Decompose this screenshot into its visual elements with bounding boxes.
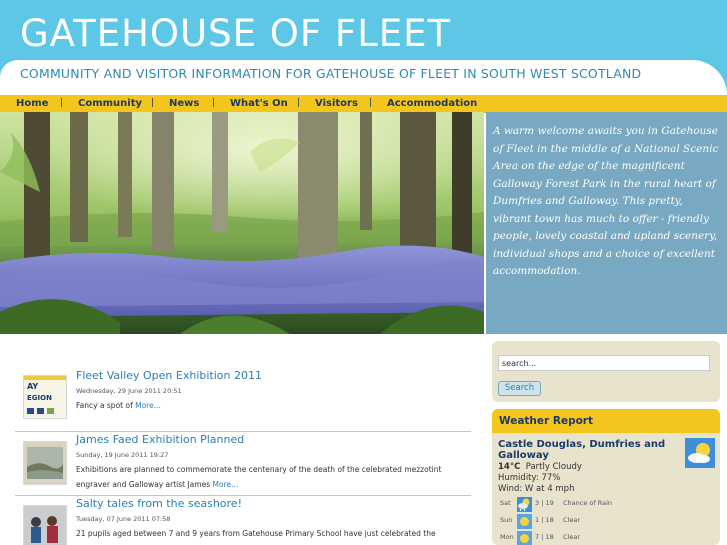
wind: Wind: W at 4 mph <box>498 484 575 494</box>
condition-text: Partly Cloudy <box>525 462 582 472</box>
forecast-day: Sat <box>500 499 511 507</box>
news-thumbnail[interactable]: AY EGION <box>23 375 67 419</box>
welcome-text: A warm welcome awaits you in Gatehouse o… <box>493 125 719 277</box>
news-excerpt: Fancy a spot of More... <box>76 398 471 413</box>
news-excerpt-text: Exhibitions are planned to commemorate t… <box>76 465 442 489</box>
rain-icon <box>517 497 532 512</box>
news-thumbnail[interactable] <box>23 505 67 545</box>
nav-separator: | <box>297 98 301 108</box>
news-item: James Faed Exhibition Planned Sunday, 19… <box>15 431 471 495</box>
sun-icon <box>517 531 532 545</box>
nav-separator: | <box>151 98 155 108</box>
weather-widget: Weather Report Castle Douglas, Dumfries … <box>492 409 720 545</box>
humidity: Humidity: 77% <box>498 473 561 483</box>
partly-cloudy-icon <box>685 438 715 468</box>
news-excerpt: Exhibitions are planned to commemorate t… <box>76 462 471 492</box>
news-date: Sunday, 19 June 2011 19:27 <box>76 451 169 459</box>
news-title[interactable]: James Faed Exhibition Planned <box>76 433 244 447</box>
nav-separator: | <box>369 98 373 108</box>
forecast-row: Sun 1 | 18 Clear <box>498 513 718 530</box>
forecast-temps: 7 | 18 <box>535 533 554 541</box>
news-excerpt-text: Fancy a spot of <box>76 401 133 410</box>
weather-header: Weather Report <box>492 409 720 433</box>
current-conditions: 14°C Partly Cloudy <box>498 462 582 473</box>
news-item: AY EGION Fleet Valley Open Exhibition 20… <box>15 365 471 425</box>
site-tagline: COMMUNITY AND VISITOR INFORMATION FOR GA… <box>20 66 642 81</box>
forecast-temps: 3 | 19 <box>535 499 554 507</box>
forecast-condition: Clear <box>563 516 580 524</box>
news-excerpt-text: 21 pupils aged between 7 and 9 years fro… <box>76 529 436 545</box>
nav-accommodation[interactable]: Accommodation <box>387 95 477 112</box>
svg-text:EGION: EGION <box>27 394 52 402</box>
temperature: 14°C <box>498 462 521 472</box>
forecast-condition: Clear <box>563 533 580 541</box>
sidebar: Search Weather Report Castle Douglas, Du… <box>492 341 720 545</box>
news-date: Wednesday, 29 June 2011 20:51 <box>76 387 182 395</box>
nav-separator: | <box>212 98 216 108</box>
nav-visitors[interactable]: Visitors <box>315 95 358 112</box>
hero-woodland-image <box>0 112 484 334</box>
news-title[interactable]: Salty tales from the seashore! <box>76 497 242 511</box>
sun-icon <box>517 514 532 529</box>
welcome-panel: A warm welcome awaits you in Gatehouse o… <box>486 112 727 334</box>
weather-title: Weather Report <box>499 415 593 427</box>
read-more-link[interactable]: More... <box>135 401 161 410</box>
forecast-temps: 1 | 18 <box>535 516 554 524</box>
search-button[interactable]: Search <box>498 381 541 396</box>
forecast-row: Sat 3 | 19 Chance of Rain <box>498 496 718 513</box>
nav-home[interactable]: Home <box>16 95 48 112</box>
svg-text:AY: AY <box>27 382 38 391</box>
forecast-day: Sun <box>500 516 513 524</box>
main-navigation: Home | Community | News | What's On | Vi… <box>0 95 727 113</box>
news-item: Salty tales from the seashore! Tuesday, … <box>15 495 471 545</box>
read-more-link[interactable]: More... <box>213 480 239 489</box>
site-title[interactable]: GATEHOUSE OF FLEET <box>20 12 451 56</box>
search-input[interactable] <box>498 355 710 371</box>
weather-location: Castle Douglas, Dumfries and Galloway <box>498 439 666 461</box>
forecast-row: Mon 7 | 18 Clear <box>498 530 718 545</box>
news-list: AY EGION Fleet Valley Open Exhibition 20… <box>0 345 486 545</box>
news-excerpt: 21 pupils aged between 7 and 9 years fro… <box>76 526 471 545</box>
news-thumbnail[interactable] <box>23 441 67 485</box>
search-box: Search <box>492 341 720 402</box>
news-date: Tuesday, 07 June 2011 07:58 <box>76 515 171 523</box>
nav-news[interactable]: News <box>169 95 199 112</box>
forecast-day: Mon <box>500 533 514 541</box>
nav-whats-on[interactable]: What's On <box>230 95 288 112</box>
nav-community[interactable]: Community <box>78 95 142 112</box>
forecast-condition: Chance of Rain <box>563 499 613 507</box>
nav-separator: | <box>60 98 64 108</box>
news-title[interactable]: Fleet Valley Open Exhibition 2011 <box>76 369 262 383</box>
